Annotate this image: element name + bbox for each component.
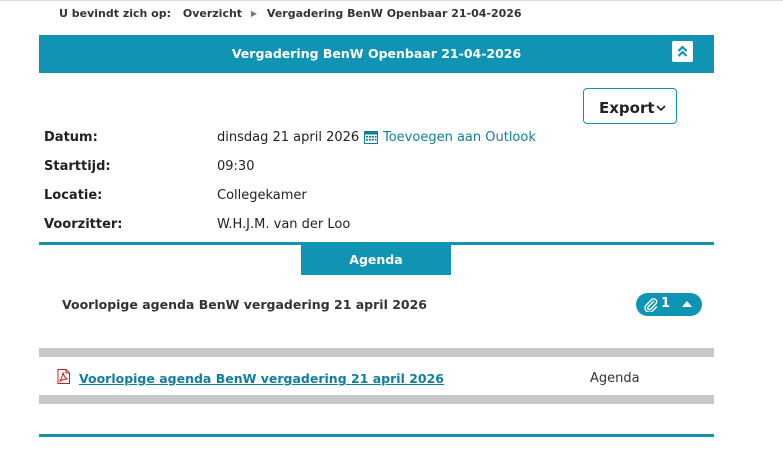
- agenda-item-title: Voorlopige agenda BenW vergadering 21 ap…: [62, 297, 428, 312]
- breadcrumb-label: U bevindt zich op:: [59, 7, 172, 20]
- datum-label: Datum:: [44, 130, 98, 145]
- locatie-label: Locatie:: [44, 188, 103, 203]
- locatie-value: Collegekamer: [217, 188, 307, 203]
- document-link[interactable]: Voorlopige agenda BenW vergadering 21 ap…: [79, 371, 444, 386]
- starttijd-value: 09:30: [217, 159, 255, 174]
- double-chevron-up-icon: [677, 45, 688, 57]
- document-type: Agenda: [590, 371, 640, 386]
- bottom-divider: [39, 434, 714, 437]
- meeting-title: Vergadering BenW Openbaar 21-04-2026: [231, 46, 522, 61]
- paperclip-icon: [644, 298, 658, 312]
- outlook-link-label: Toevoegen aan Outlook: [383, 130, 536, 145]
- voorzitter-label: Voorzitter:: [44, 217, 123, 232]
- calendar-icon: [364, 131, 378, 144]
- document-list-top-border: [39, 348, 714, 357]
- breadcrumb: U bevindt zich op: Overzicht ▶ Vergaderi…: [59, 7, 522, 20]
- attachments-toggle[interactable]: 1: [636, 293, 702, 316]
- datum-value: dinsdag 21 april 2026: [217, 130, 360, 145]
- tab-agenda[interactable]: Agenda: [301, 245, 451, 275]
- export-button[interactable]: Export: [583, 88, 677, 124]
- collapse-button[interactable]: [672, 41, 693, 62]
- breadcrumb-current: Vergadering BenW Openbaar 21-04-2026: [266, 7, 522, 20]
- starttijd-label: Starttijd:: [44, 159, 111, 174]
- breadcrumb-overzicht[interactable]: Overzicht: [183, 7, 242, 20]
- breadcrumb-separator-icon: ▶: [250, 9, 258, 18]
- top-border: [0, 0, 783, 1]
- chevron-down-icon: [656, 105, 666, 111]
- document-list-bottom-border: [39, 395, 714, 404]
- pdf-icon: [56, 369, 71, 388]
- voorzitter-value: W.H.J.M. van der Loo: [217, 217, 351, 232]
- export-label: Export: [599, 99, 655, 117]
- attachment-count: 1: [661, 296, 671, 311]
- caret-up-icon: [682, 301, 692, 307]
- meeting-header: Vergadering BenW Openbaar 21-04-2026: [39, 35, 714, 73]
